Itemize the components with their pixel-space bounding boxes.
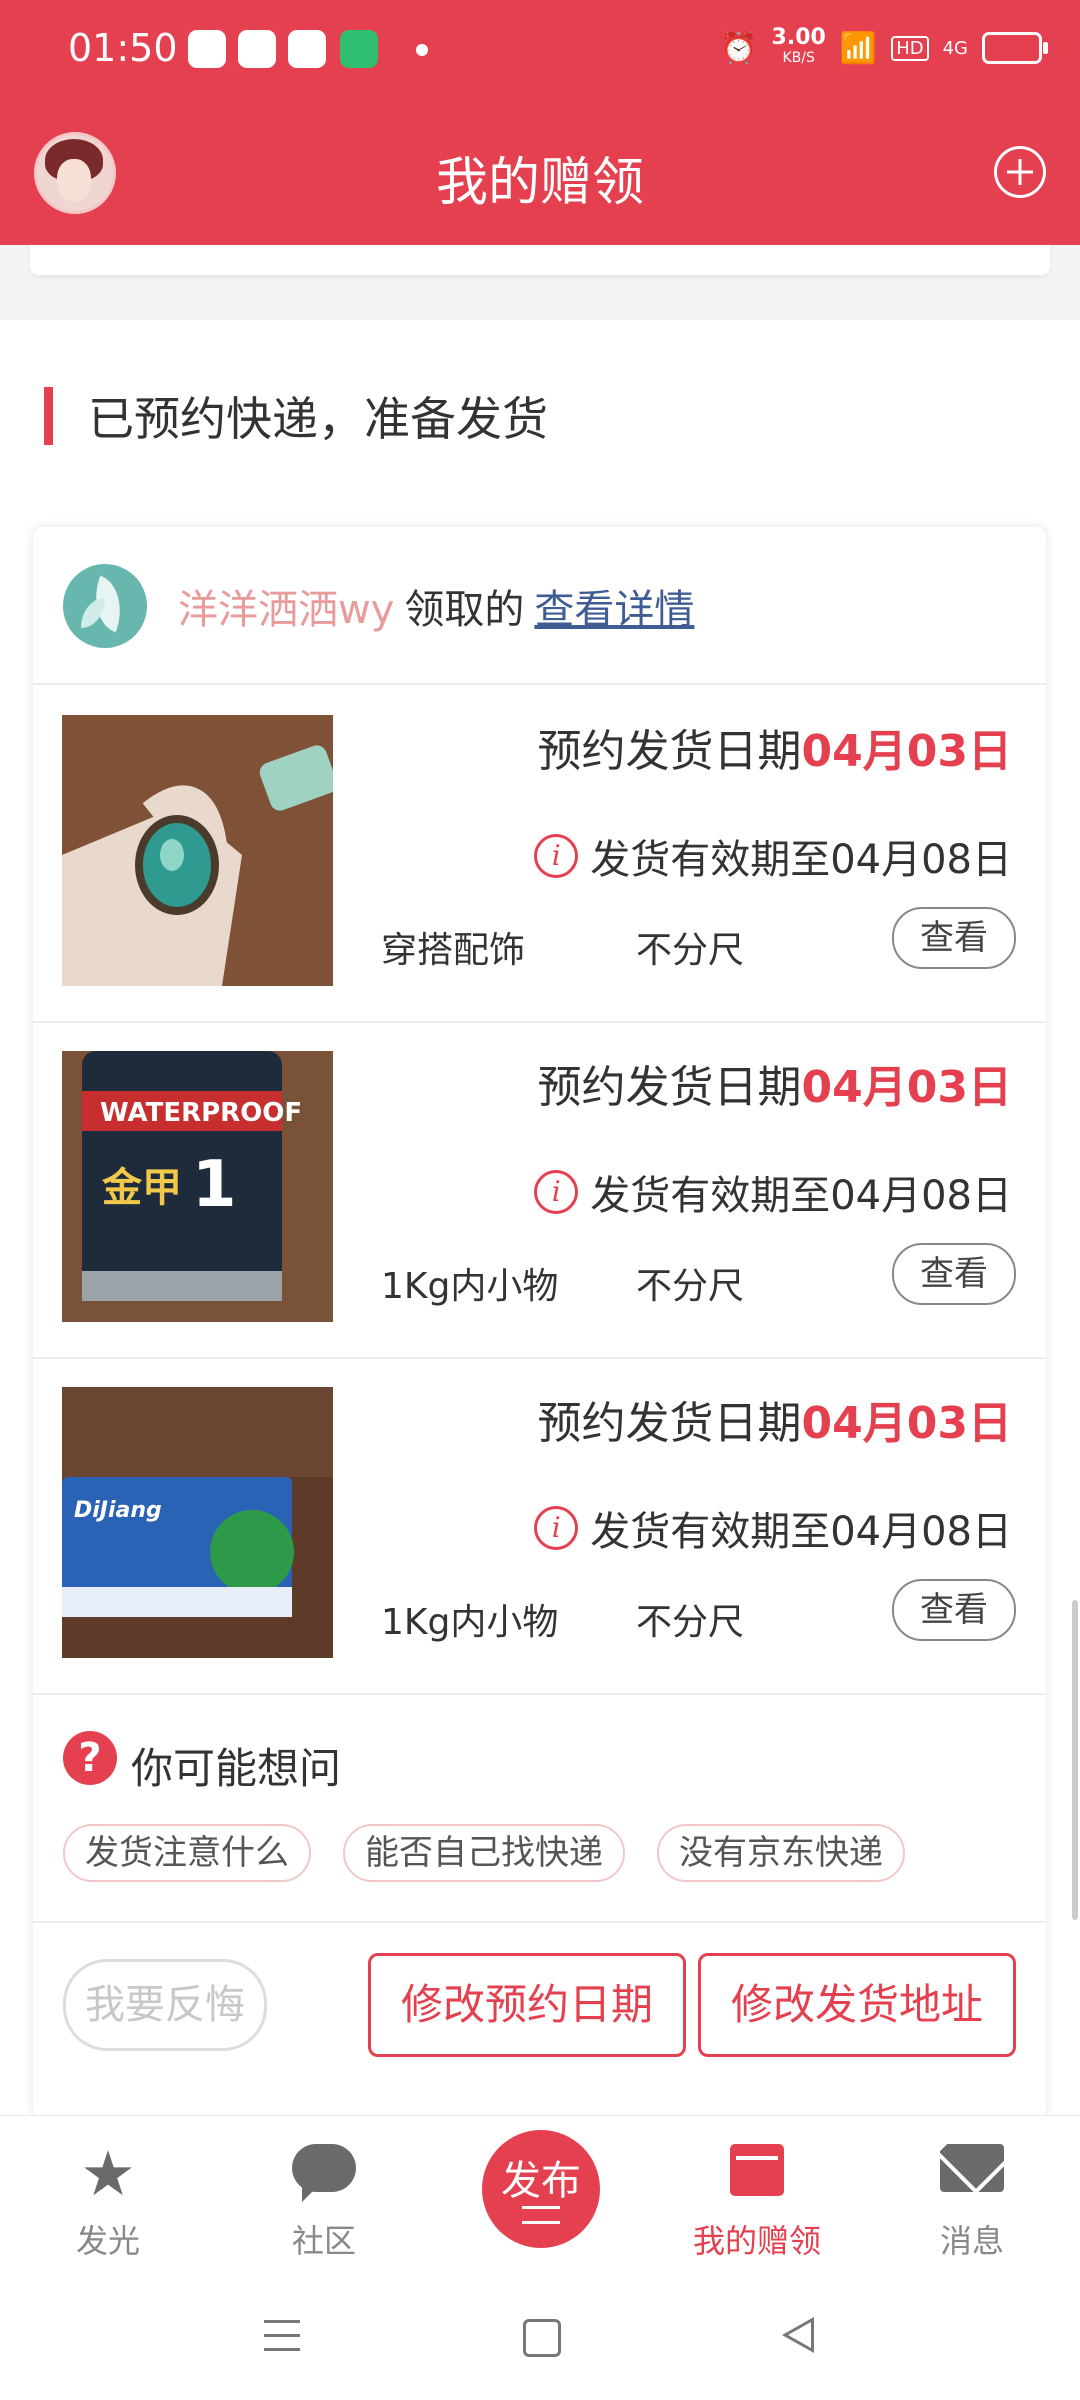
nav-item-shine[interactable]: ★ 发光: [28, 2116, 188, 2286]
section-title: 已预约快递，准备发货: [88, 392, 548, 446]
item-category: 穿搭配饰: [381, 930, 526, 971]
reserved-date-value: 04月03日: [801, 726, 1012, 777]
validity-text: 发货有效期至04月08日: [590, 1173, 1012, 1219]
scrollbar[interactable]: [1072, 1600, 1078, 1920]
item-photo-can[interactable]: WATERPROOF 金甲 1: [62, 1051, 333, 1322]
modify-address-button[interactable]: 修改发货地址: [698, 1953, 1016, 2057]
view-button[interactable]: 查看: [892, 907, 1016, 969]
speed-value: 3.00: [771, 25, 826, 50]
view-button[interactable]: 查看: [892, 1579, 1016, 1641]
regret-button[interactable]: 我要反悔: [63, 1959, 267, 2051]
publish-button[interactable]: 发布: [482, 2130, 600, 2248]
app-icon: [340, 30, 378, 68]
reserved-date: 预约发货日期04月03日: [538, 1387, 1012, 1451]
reserved-date-value: 04月03日: [801, 1062, 1012, 1113]
info-icon: i: [534, 1170, 579, 1214]
faq-chips: 发货注意什么 能否自己找快递 没有京东快递: [63, 1824, 905, 1882]
publish-label: 发布: [501, 2158, 581, 2204]
reserved-date-prefix: 预约发货日期: [537, 1398, 802, 1449]
validity-line: i 发货有效期至04月08日: [534, 1499, 1012, 1557]
nav-item-my-gifts[interactable]: 我的赠领: [677, 2116, 837, 2286]
status-right: ⏰ 3.00 KB/S 📶 HD 4G: [720, 25, 1048, 68]
faq-title: 你可能想问: [131, 1744, 342, 1793]
svg-text:1: 1: [192, 1148, 237, 1222]
wechat-icon: [188, 30, 226, 68]
item-row: WATERPROOF 金甲 1 预约发货日期04月03日 i 发货有效期至04月0…: [33, 1021, 1046, 1359]
giver-received-text: 领取的: [404, 587, 525, 633]
network-speed: 3.00 KB/S: [771, 25, 826, 68]
star-icon: ★: [80, 2137, 136, 2210]
giver-avatar[interactable]: [63, 564, 147, 648]
nav-item-community[interactable]: 社区: [244, 2116, 404, 2286]
faq-chip[interactable]: 能否自己找快递: [343, 1824, 625, 1882]
item-photo-ring[interactable]: [62, 715, 333, 986]
svg-text:金甲: 金甲: [101, 1165, 182, 1211]
nav-label: 社区: [291, 2222, 356, 2260]
item-category: 1Kg内小物: [381, 1266, 559, 1307]
reserved-date-value: 04月03日: [801, 1398, 1012, 1449]
svg-text:DiJiang: DiJiang: [74, 1498, 162, 1523]
chat-bubble-icon: [292, 2144, 356, 2202]
notification-dot: [416, 44, 428, 56]
add-icon[interactable]: [994, 146, 1046, 198]
video-app-icon: [288, 30, 326, 68]
giver-row: 洋洋洒洒wy 领取的 查看详情: [33, 527, 1046, 685]
previous-card-edge: [30, 245, 1050, 275]
app-bar: 我的赠领: [0, 100, 1080, 245]
system-nav-bar: [0, 2285, 1080, 2400]
back-icon[interactable]: [782, 2317, 814, 2353]
reserved-section: 已预约快递，准备发货 洋洋洒洒wy 领取的 查看详情 预约发货日期04月03日 …: [0, 320, 1080, 2120]
gift-box-icon: [730, 2144, 784, 2196]
speed-unit: KB/S: [782, 50, 815, 66]
nav-item-messages[interactable]: 消息: [892, 2116, 1052, 2286]
nav-label: 我的赠领: [692, 2222, 821, 2260]
page-title: 我的赠领: [435, 153, 644, 213]
hd-badge: HD: [891, 35, 929, 61]
giver-line: 洋洋洒洒wy 领取的 查看详情: [178, 577, 694, 635]
item-photo-box[interactable]: DiJiang: [62, 1387, 333, 1658]
item-row: 预约发货日期04月03日 i 发货有效期至04月08日 穿搭配饰 不分尺 查看: [33, 685, 1046, 1023]
item-category: 1Kg内小物: [381, 1602, 559, 1643]
giver-name[interactable]: 洋洋洒洒wy: [178, 587, 394, 633]
item-size: 不分尺: [636, 930, 745, 971]
alarm-icon: ⏰: [720, 30, 758, 66]
validity-line: i 发货有效期至04月08日: [534, 827, 1012, 885]
section-header: 已预约快递，准备发货: [44, 383, 548, 449]
battery-icon: [982, 32, 1048, 64]
svg-text:WATERPROOF: WATERPROOF: [100, 1098, 302, 1128]
nav-label: 发光: [75, 2222, 140, 2260]
faq-section: ? 你可能想问 发货注意什么 能否自己找快递 没有京东快递: [33, 1691, 1046, 1923]
envelope-icon: [940, 2144, 1004, 2192]
view-button[interactable]: 查看: [892, 1243, 1016, 1305]
signal-label: 4G: [942, 37, 968, 59]
status-time: 01:50: [68, 26, 178, 70]
info-icon: i: [534, 834, 579, 878]
info-icon: i: [534, 1506, 579, 1550]
reserved-date: 预约发货日期04月03日: [538, 1051, 1012, 1115]
wifi-icon: 📶: [839, 30, 878, 66]
item-row: DiJiang 预约发货日期04月03日 i 发货有效期至04月08日 1Kg内小…: [33, 1357, 1046, 1695]
action-row: 我要反悔 修改预约日期 修改发货地址: [33, 1923, 1046, 2083]
validity-text: 发货有效期至04月08日: [590, 837, 1012, 883]
validity-text: 发货有效期至04月08日: [590, 1509, 1012, 1555]
modify-date-button[interactable]: 修改预约日期: [368, 1953, 686, 2057]
recent-apps-icon[interactable]: [264, 2320, 300, 2352]
baidu-icon: [238, 30, 276, 68]
item-size: 不分尺: [636, 1266, 745, 1307]
validity-line: i 发货有效期至04月08日: [534, 1163, 1012, 1221]
reserved-date: 预约发货日期04月03日: [538, 715, 1012, 779]
publish-icon: [522, 2206, 560, 2224]
reserved-date-prefix: 预约发货日期: [537, 1062, 802, 1113]
home-icon[interactable]: [523, 2319, 561, 2357]
nav-label: 消息: [939, 2222, 1004, 2260]
question-icon: ?: [63, 1731, 117, 1785]
section-accent-bar: [44, 387, 53, 445]
order-card: 洋洋洒洒wy 领取的 查看详情 预约发货日期04月03日 i 发货有效期至04月08日…: [33, 527, 1046, 2119]
faq-chip[interactable]: 发货注意什么: [63, 1824, 311, 1882]
view-details-link[interactable]: 查看详情: [534, 587, 694, 633]
faq-chip[interactable]: 没有京东快递: [657, 1824, 905, 1882]
item-size: 不分尺: [636, 1602, 745, 1643]
status-bar: 01:50 ⏰ 3.00 KB/S 📶 HD 4G: [0, 0, 1080, 100]
reserved-date-prefix: 预约发货日期: [537, 726, 802, 777]
